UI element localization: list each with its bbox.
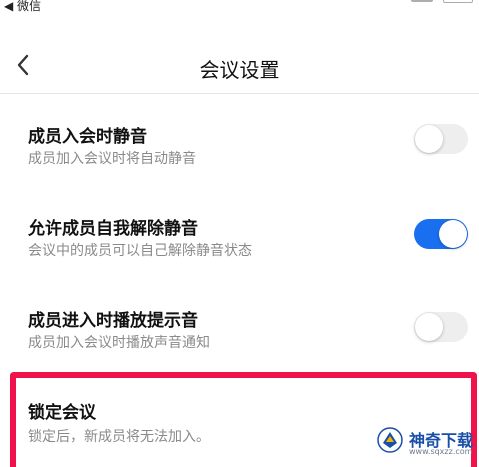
toggle-knob: [415, 125, 443, 153]
mute-on-join-toggle[interactable]: [414, 124, 468, 154]
setting-title: 成员入会时静音: [28, 127, 147, 147]
back-to-wechat-link[interactable]: ◀ 微信: [4, 0, 41, 14]
join-sound-toggle[interactable]: [414, 312, 468, 342]
setting-row-join-sound: 成员进入时播放提示音 成员加入会议时播放声音通知: [0, 282, 479, 372]
setting-description: 会议中的成员可以自己解除静音状态: [28, 243, 252, 259]
setting-row-allow-unmute: 允许成员自我解除静音 会议中的成员可以自己解除静音状态: [0, 190, 479, 282]
setting-description: 成员加入会议时将自动静音: [28, 151, 196, 167]
watermark-logo-icon: [377, 427, 403, 453]
status-indicators: [393, 0, 473, 6]
nav-bar: 会议设置: [0, 42, 479, 94]
page-title: 会议设置: [199, 58, 280, 82]
allow-unmute-toggle[interactable]: [414, 219, 468, 249]
setting-title: 允许成员自我解除静音: [28, 219, 198, 239]
status-bar: ◀ 微信: [0, 0, 479, 16]
toggle-knob: [439, 220, 467, 248]
signal-icon: [411, 0, 433, 2]
toggle-knob: [415, 313, 443, 341]
battery-icon: [443, 0, 473, 3]
setting-row-mute-on-join: 成员入会时静音 成员加入会议时将自动静音: [0, 96, 479, 188]
watermark-url: www.sqxzz.com: [409, 447, 473, 456]
watermark: 神奇下载 www.sqxzz.com: [377, 425, 477, 465]
setting-title: 成员进入时播放提示音: [28, 311, 198, 331]
setting-description: 成员加入会议时播放声音通知: [28, 335, 210, 351]
